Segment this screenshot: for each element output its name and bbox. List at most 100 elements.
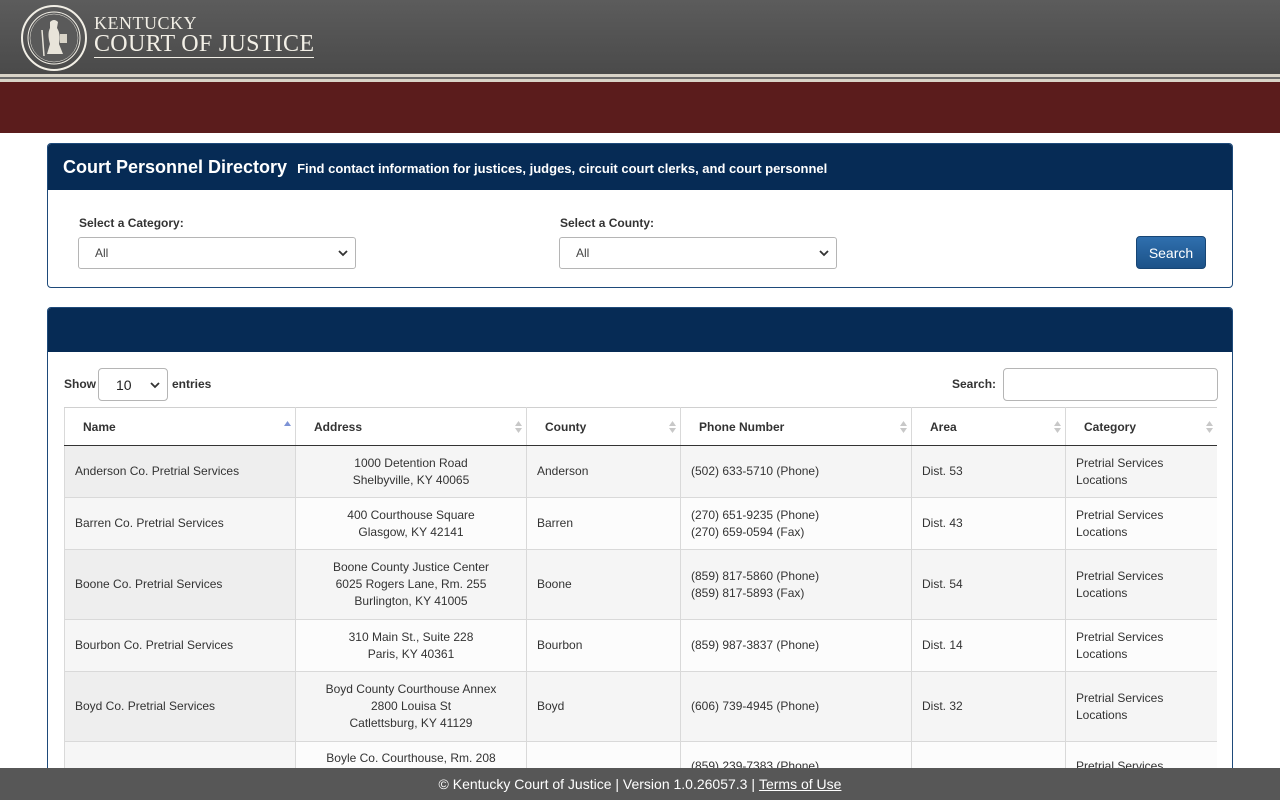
address-line: Boyle Co. Courthouse, Rm. 208 (326, 751, 496, 765)
column-header-county[interactable]: County (526, 407, 681, 446)
address-line: Shelbyville, KY 40065 (352, 472, 470, 487)
site-header: KENTUCKY COURT OF JUSTICE (0, 0, 1280, 74)
chevron-down-icon (338, 250, 348, 257)
cell-name: Boone Co. Pretrial Services (64, 549, 296, 620)
address-line: Burlington, KY 41005 (354, 594, 468, 608)
cell-area: Dist. 43 (911, 497, 1066, 550)
cell-area: Dist. 14 (911, 619, 1066, 672)
county-select[interactable]: All (559, 237, 837, 269)
site-footer: © Kentucky Court of Justice | Version 1.… (0, 768, 1280, 800)
cell-address: Boone County Justice Center 6025 Rogers … (295, 549, 527, 620)
cell-phone: (502) 633-5710 (Phone) (680, 445, 912, 498)
cell-address: 310 Main St., Suite 228 Paris, KY 40361 (295, 619, 527, 672)
brand-wordmark[interactable]: KENTUCKY COURT OF JUSTICE (94, 13, 315, 58)
cell-area: Dist. 32 (911, 671, 1066, 742)
cell-name: Boyd Co. Pretrial Services (64, 671, 296, 742)
category-line: Locations (1076, 585, 1128, 600)
court-seal-logo[interactable] (20, 4, 88, 72)
table-row[interactable]: Barren Co. Pretrial Services 400 Courtho… (64, 497, 1217, 550)
column-header-label: Name (83, 419, 116, 434)
phone-line: (606) 739-4945 (Phone) (691, 699, 820, 713)
cell-name: Barren Co. Pretrial Services (64, 497, 296, 550)
category-line: Locations (1076, 472, 1128, 487)
sort-icon (1054, 421, 1061, 433)
address-line: 310 Main St., Suite 228 (348, 629, 474, 644)
column-header-address[interactable]: Address (295, 407, 527, 446)
category-select-value: All (95, 246, 109, 260)
column-header-name[interactable]: Name (64, 407, 296, 446)
table-search-input[interactable] (1003, 368, 1218, 401)
results-table: Name Address County Phone Number Area Ca… (64, 407, 1217, 788)
category-line: Pretrial Services (1076, 455, 1164, 470)
sort-icon (669, 421, 676, 433)
phone-line: (859) 817-5893 (Fax) (691, 585, 805, 600)
cell-category: Pretrial Services Locations (1065, 671, 1217, 742)
column-header-area[interactable]: Area (911, 407, 1066, 446)
nav-band (0, 82, 1280, 133)
cell-name: Bourbon Co. Pretrial Services (64, 619, 296, 672)
address-line: Boone County Justice Center (332, 560, 490, 574)
table-header-row: Name Address County Phone Number Area Ca… (64, 407, 1217, 446)
phone-line: (859) 987-3837 (Phone) (691, 638, 820, 652)
sort-icon (1206, 421, 1213, 433)
category-label: Select a Category: (79, 216, 184, 230)
cell-address: Boyd County Courthouse Annex 2800 Louisa… (295, 671, 527, 742)
table-row[interactable]: Anderson Co. Pretrial Services 1000 Dete… (64, 445, 1217, 498)
phone-line: (270) 659-0594 (Fax) (691, 524, 805, 539)
category-select[interactable]: All (78, 237, 356, 269)
address-line: Boyd County Courthouse Annex (325, 682, 497, 696)
directory-filter-panel: Court Personnel Directory Find contact i… (47, 143, 1233, 288)
brand-line-court-of-justice: COURT OF JUSTICE (94, 31, 315, 58)
chevron-down-icon (819, 250, 829, 257)
results-header (48, 308, 1232, 352)
county-label: Select a County: (560, 216, 655, 230)
address-line: Paris, KY 40361 (367, 646, 455, 661)
table-row[interactable]: Boone Co. Pretrial Services Boone County… (64, 549, 1217, 620)
cell-county: Anderson (526, 445, 681, 498)
results-panel: Show 10 entries Search: Name Address Cou… (47, 307, 1233, 789)
sort-ascending-icon (284, 421, 291, 426)
cell-name: Anderson Co. Pretrial Services (64, 445, 296, 498)
cell-category: Pretrial Services Locations (1065, 445, 1217, 498)
category-line: Pretrial Services (1076, 507, 1164, 522)
phone-line: (859) 817-5860 (Phone) (691, 568, 820, 583)
county-select-value: All (576, 246, 590, 260)
cell-county: Boone (526, 549, 681, 620)
table-search-label: Search: (952, 377, 997, 391)
entries-select-value: 10 (116, 376, 132, 393)
brand-line-kentucky: KENTUCKY (94, 13, 197, 33)
page-title: Court Personnel Directory (63, 156, 288, 177)
cell-county: Barren (526, 497, 681, 550)
entries-label: entries (172, 377, 212, 391)
cell-area: Dist. 53 (911, 445, 1066, 498)
column-header-phone[interactable]: Phone Number (680, 407, 912, 446)
cell-phone: (859) 817-5860 (Phone) (859) 817-5893 (F… (680, 549, 912, 620)
address-line: 6025 Rogers Lane, Rm. 255 (335, 577, 487, 591)
entries-per-page-select[interactable]: 10 (98, 368, 168, 401)
directory-header: Court Personnel Directory Find contact i… (48, 144, 1232, 190)
column-header-label: Category (1084, 419, 1137, 434)
category-line: Locations (1076, 646, 1128, 661)
address-line: Catlettsburg, KY 41129 (349, 716, 473, 730)
category-line: Locations (1076, 707, 1128, 722)
search-button[interactable]: Search (1136, 236, 1206, 269)
table-row[interactable]: Boyd Co. Pretrial Services Boyd County C… (64, 671, 1217, 742)
cell-phone: (606) 739-4945 (Phone) (680, 671, 912, 742)
column-header-label: County (545, 419, 587, 434)
address-line: 2800 Louisa St (370, 699, 452, 713)
cell-address: 1000 Detention Road Shelbyville, KY 4006… (295, 445, 527, 498)
cell-county: Boyd (526, 671, 681, 742)
terms-of-use-link[interactable]: Terms of Use (759, 776, 841, 792)
category-line: Locations (1076, 524, 1128, 539)
category-line: Pretrial Services (1076, 690, 1164, 705)
column-header-label: Phone Number (699, 419, 785, 434)
sort-icon (900, 421, 907, 433)
results-table-container: Name Address County Phone Number Area Ca… (64, 407, 1217, 788)
cell-category: Pretrial Services Locations (1065, 497, 1217, 550)
table-row[interactable]: Bourbon Co. Pretrial Services 310 Main S… (64, 619, 1217, 672)
address-line: 1000 Detention Road (354, 455, 468, 470)
sort-icon (515, 421, 522, 433)
column-header-category[interactable]: Category (1065, 407, 1217, 446)
footer-copyright: © Kentucky Court of Justice | Version 1.… (438, 776, 755, 792)
cell-phone: (270) 651-9235 (Phone) (270) 659-0594 (F… (680, 497, 912, 550)
